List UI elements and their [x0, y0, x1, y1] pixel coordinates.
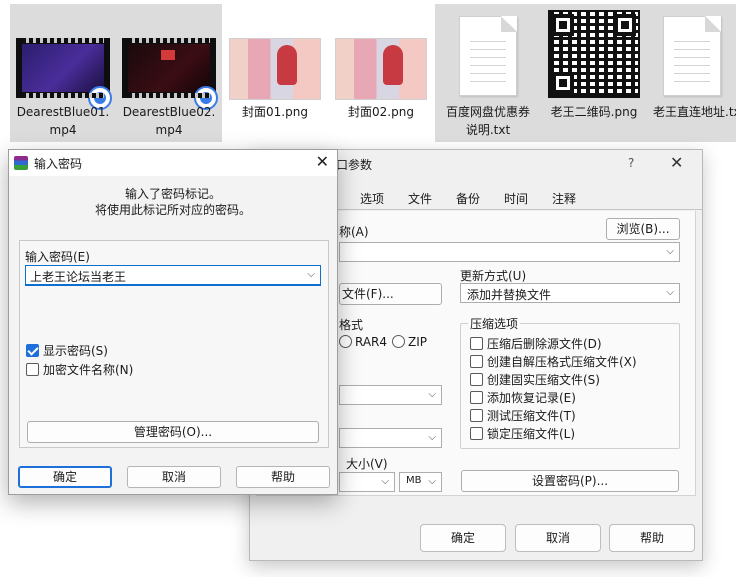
format-rar4-radio[interactable]: RAR4 [339, 335, 387, 349]
archive-name-label: 称(A) [339, 225, 369, 239]
chevron-down-icon: ⌵ [428, 476, 436, 487]
option-solid[interactable]: 创建固实压缩文件(S) [470, 371, 600, 388]
dialog-titlebar: 输入密码 ✕ [9, 150, 337, 176]
option-label: 测试压缩文件(T) [487, 409, 576, 423]
file-name: 老王直连地址.txt [653, 105, 736, 119]
file-dearestblue02[interactable]: DearestBlue02. mp4 [116, 4, 222, 142]
file-name: DearestBlue01. mp4 [16, 105, 110, 137]
file-dearestblue01[interactable]: DearestBlue01. mp4 [10, 4, 116, 142]
update-mode-label: 更新方式(U) [460, 269, 527, 283]
video-thumbnail [122, 38, 218, 110]
option-test[interactable]: 测试压缩文件(T) [470, 407, 576, 424]
format-rar4-label: RAR4 [355, 335, 388, 349]
option-label: 创建自解压格式压缩文件(X) [487, 355, 637, 369]
chevron-down-icon: ⌵ [307, 269, 315, 280]
manage-passwords-button[interactable]: 管理密码(O)... [27, 421, 319, 443]
show-password-label: 显示密码(S) [43, 344, 108, 358]
file-direct-link-txt[interactable]: 老王直连地址.txt [647, 4, 736, 142]
volume-unit-select[interactable]: MB ⌵ [399, 472, 442, 492]
set-password-button[interactable]: 设置密码(P)... [461, 470, 679, 492]
close-icon[interactable]: ✕ [670, 153, 683, 172]
password-input[interactable]: 上老王论坛当老王 ⌵ [25, 265, 321, 286]
text-file-icon [662, 16, 721, 96]
password-dialog: 输入密码 ✕ 输入了密码标记。 将使用此标记所对应的密码。 输入密码(E) 上老… [8, 149, 338, 495]
qr-code-thumbnail [548, 10, 640, 98]
archive-help-button[interactable]: 帮助 [609, 524, 695, 552]
format-zip-label: ZIP [408, 335, 427, 349]
show-password-checkbox[interactable]: 显示密码(S) [26, 342, 108, 359]
file-cover01[interactable]: 封面01.png [222, 4, 328, 142]
chevron-down-icon: ⌵ [381, 476, 389, 487]
option-recovery[interactable]: 添加恢复记录(E) [470, 389, 576, 406]
file-name: 百度网盘优惠券 说明.txt [445, 105, 530, 137]
file-coupon-txt[interactable]: 百度网盘优惠券 说明.txt [435, 4, 541, 142]
option-label: 压缩后删除源文件(D) [487, 337, 602, 351]
update-mode-value: 添加并替换文件 [467, 288, 552, 302]
option-lock[interactable]: 锁定压缩文件(L) [470, 425, 575, 442]
password-input-label: 输入密码(E) [25, 250, 90, 264]
password-help-button[interactable]: 帮助 [236, 466, 330, 488]
image-thumbnail [335, 38, 427, 100]
file-name: DearestBlue02. mp4 [122, 105, 216, 137]
archive-name-input[interactable]: ⌵ [339, 242, 680, 262]
checkbox-checked-icon [26, 344, 39, 357]
tab-time[interactable]: 时间 [504, 190, 528, 207]
password-ok-button[interactable]: 确定 [18, 466, 112, 488]
volume-size-label: 大小(V) [346, 457, 388, 471]
archive-cancel-button[interactable]: 取消 [515, 524, 601, 552]
compression-method-select[interactable]: ⌵ [339, 385, 442, 405]
option-delete-after[interactable]: 压缩后删除源文件(D) [470, 335, 602, 352]
chevron-down-icon: ⌵ [666, 287, 674, 298]
tab-comment[interactable]: 注释 [552, 190, 576, 207]
image-thumbnail [229, 38, 321, 100]
help-icon[interactable]: ? [628, 156, 634, 170]
format-zip-radio[interactable]: ZIP [392, 335, 427, 349]
volume-size-input[interactable]: ⌵ [339, 472, 395, 492]
tab-backup[interactable]: 备份 [456, 190, 480, 207]
file-name: 老王二维码.png [550, 105, 638, 119]
file-qrcode[interactable]: 老王二维码.png [541, 4, 647, 142]
dialog-title: 输入密码 [34, 157, 83, 171]
chevron-down-icon: ⌵ [666, 246, 674, 257]
close-icon[interactable]: ✕ [316, 152, 329, 171]
file-cover02[interactable]: 封面02.png [328, 4, 434, 142]
file-name: 封面02.png [348, 105, 414, 119]
format-label: 格式 [339, 318, 364, 332]
option-sfx[interactable]: 创建自解压格式压缩文件(X) [470, 353, 637, 370]
window-title: 口参数 [336, 158, 373, 172]
video-thumbnail [16, 38, 112, 110]
dictionary-size-select[interactable]: ⌵ [339, 428, 442, 448]
chevron-down-icon: ⌵ [428, 432, 436, 443]
option-label: 添加恢复记录(E) [487, 391, 576, 405]
password-cancel-button[interactable]: 取消 [127, 466, 221, 488]
dialog-message-line1: 输入了密码标记。 [124, 187, 221, 201]
tab-options[interactable]: 选项 [360, 190, 384, 207]
update-mode-select[interactable]: 添加并替换文件 ⌵ [460, 283, 680, 303]
chevron-down-icon: ⌵ [428, 389, 436, 400]
volume-unit-value: MB [406, 475, 422, 486]
option-label: 创建固实压缩文件(S) [487, 373, 600, 387]
dialog-message-line2: 将使用此标记所对应的密码。 [94, 203, 251, 217]
option-label: 锁定压缩文件(L) [487, 427, 576, 441]
file-name: 封面01.png [242, 105, 308, 119]
tab-files[interactable]: 文件 [408, 190, 432, 207]
encrypt-names-checkbox[interactable]: 加密文件名称(N) [26, 361, 133, 378]
archive-ok-button[interactable]: 确定 [420, 524, 506, 552]
text-file-icon [459, 16, 517, 96]
profiles-button[interactable]: 文件(F)... [339, 283, 442, 305]
winrar-app-icon [14, 156, 28, 170]
password-value: 上老王论坛当老王 [30, 270, 127, 284]
encrypt-names-label: 加密文件名称(N) [43, 363, 134, 377]
browse-button[interactable]: 浏览(B)... [606, 218, 680, 240]
compression-options-title: 压缩选项 [468, 315, 521, 332]
